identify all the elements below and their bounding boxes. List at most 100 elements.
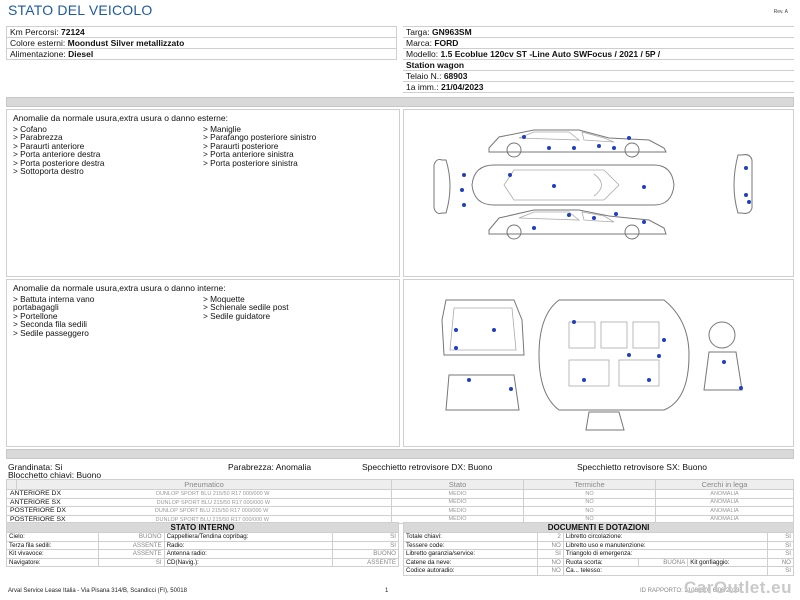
cell-label: CD(Navig.): (163, 557, 334, 567)
internal-diagram-panel (403, 279, 794, 447)
brand-row: Marca: FORD (403, 37, 794, 49)
footer-company: Arval Service Lease Italia - Via Pisana … (8, 588, 187, 594)
table-row: Catene da neve: NO Ruota scorta: BUONA Kit… (402, 557, 794, 567)
cell-label: Kit gonfiaggio: (687, 557, 769, 567)
tyre-status: MEDIO (391, 497, 524, 507)
tyres-header-rims: Cerchi in lega (655, 479, 794, 490)
cell-value: BUONO (332, 549, 399, 559)
cell-label: Libretto garanzia/service: (402, 549, 539, 559)
footer-page-number: 1 (385, 588, 389, 594)
cell-value: 2 (537, 532, 564, 542)
cell-value: BUONA (638, 557, 689, 567)
cell-label: Libretto uso e manutenzione: (562, 540, 769, 550)
tyre-position: ANTERIORE SX (10, 498, 61, 506)
tyre-rims: ANOMALIA (655, 506, 794, 516)
tyre-rims: ANOMALIA (655, 489, 794, 499)
cell-value: ASSENTE (97, 549, 165, 559)
cell-value: ASSENTE (332, 557, 399, 567)
model-row: Modello: 1.5 Ecoblue 120cv ST -Line Auto… (403, 48, 794, 60)
internal-damage-list-2: > Moquette > Schienale sedile post > Sed… (203, 295, 393, 337)
cell-label: Radio: (163, 540, 334, 550)
cell-label: Kit vivavoce: (6, 549, 99, 559)
tyre-model: DUNLOP SPORT BLU 215/50 R17 000/000 W (155, 491, 270, 498)
cell-value: SI (332, 540, 399, 550)
table-row: Navigatore: SI CD(Navig.): ASSENTE (6, 557, 399, 567)
internal-damage-title: Anomalie da normale usura,extra usura o … (13, 283, 226, 293)
cell-value: SI (97, 557, 165, 567)
cell-value: SI (767, 549, 794, 559)
tyre-model: DUNLOP SPORT BLU 215/50 R17 000/000 W (156, 499, 271, 506)
tyre-winter: NO (523, 489, 656, 499)
cell-value: BUONO (97, 532, 165, 542)
table-row: Terza fila sedili: ASSENTE Radio: SI (6, 540, 399, 550)
table-row: ANTERIORE SX DUNLOP SPORT BLU 215/50 R17 … (6, 497, 794, 507)
external-diagram-panel (403, 109, 794, 277)
tyres-table: Pneumatico Stato Termiche Cerchi in lega… (6, 479, 794, 524)
cell-label: Totale chiavi: (402, 532, 539, 542)
plate-row: Targa: GN963SM (403, 26, 794, 38)
table-row: Cielo: BUONO Cappelliera/Tendina copribag… (6, 532, 399, 542)
tyre-position: POSTERIORE DX (10, 507, 66, 515)
cell-label: Ruota scorta: (562, 557, 640, 567)
cell-label: Navigatore: (6, 557, 99, 567)
cell-label: Terza fila sedili: (6, 540, 99, 550)
interior-status-title: STATO INTERNO (6, 522, 399, 533)
tyres-header-winter: Termiche (523, 479, 656, 490)
revision-label: Rev. A (773, 9, 788, 15)
watermark-logo: CarOutlet.eu (683, 578, 792, 597)
table-row: Totale chiavi: 2 Libretto circolazione: SI (402, 532, 794, 542)
external-damage-panel: Anomalie da normale usura,extra usura o … (6, 109, 400, 277)
cell-value: SI (332, 532, 399, 542)
external-damage-title: Anomalie da normale usura,extra usura o … (13, 113, 228, 123)
damage-item: > Sedile guidatore (203, 310, 271, 321)
table-row: Tessere code: NO Libretto uso e manutenzi… (402, 540, 794, 550)
external-damage-list-2: > Maniglie > Parafango posteriore sinist… (203, 125, 393, 175)
table-row: ANTERIORE DX DUNLOP SPORT BLU 215/50 R17 … (6, 489, 794, 499)
interior-status-table: STATO INTERNO Cielo: BUONO Cappelliera/Te… (6, 522, 399, 567)
damage-item: > Sedile passeggero (13, 327, 89, 338)
documents-table: DOCUMENTI E DOTAZIONI Totale chiavi: 2 Li… (402, 522, 794, 576)
section-divider (6, 97, 794, 107)
internal-damage-list-1: > Battuta interna vano portabagagli > Po… (13, 295, 203, 337)
cell-value: NO (537, 557, 564, 567)
vehicle-info-right: Targa: GN963SM Marca: FORD Modello: 1.5 … (403, 26, 794, 93)
registration-row: 1a imm.: 21/04/2023 (403, 81, 794, 93)
damage-item: > Sottoporta destro (13, 166, 84, 177)
tyre-winter: NO (523, 506, 656, 516)
car-exterior-diagram (433, 129, 753, 240)
cell-label: Antenna radio: (163, 549, 334, 559)
km-row: Km Percorsi: 72124 (6, 26, 397, 38)
section-divider (6, 449, 794, 459)
mirror-right-status: Specchietto retrovisore DX: Buono (362, 462, 493, 472)
tyre-status: MEDIO (391, 506, 524, 516)
mirror-left-status: Specchietto retrovisore SX: Buono (577, 462, 707, 472)
damage-item: > Porta posteriore sinistra (203, 157, 298, 168)
cell-value: ASSENTE (97, 540, 165, 550)
cell-label: Catene da neve: (402, 557, 539, 567)
cell-value: NO (537, 566, 564, 576)
page-title: STATO DEL VEICOLO (8, 2, 153, 18)
cell-label: Cappelliera/Tendina copribag: (163, 532, 334, 542)
cell-label: Tessere code: (402, 540, 539, 550)
external-damage-list-1: > Cofano > Parabrezza > Paraurti anterio… (13, 125, 203, 177)
cell-value: NO (537, 540, 564, 550)
windshield-status: Parabrezza: Anomalia (228, 462, 312, 472)
table-row: Codice autoradio: NO Ca... telesso: SI (402, 566, 794, 576)
cell-value: SI (767, 540, 794, 550)
cell-label: Libretto circolazione: (562, 532, 769, 542)
cell-label: Triangolo di emergenza: (562, 549, 769, 559)
color-row: Colore esterni: Moondust Silver metalliz… (6, 37, 397, 49)
cell-label: Ca... telesso: (562, 566, 769, 576)
tyres-header-status: Stato (391, 479, 524, 490)
fuel-row: Alimentazione: Diesel (6, 48, 397, 60)
tyre-position: ANTERIORE DX (10, 490, 61, 498)
vehicle-info-left: Km Percorsi: 72124 Colore esterni: Moond… (6, 26, 397, 60)
cell-value: SI (767, 566, 794, 576)
chassis-row: Telaio N.: 68903 (403, 70, 794, 82)
cell-label: Cielo: (6, 532, 99, 542)
table-row: Libretto garanzia/service: SI Triangolo d… (402, 549, 794, 559)
tyre-status: MEDIO (391, 489, 524, 499)
tyre-model: DUNLOP SPORT BLU 215/50 R17 000/000 W (154, 508, 269, 515)
table-row: Kit vivavoce: ASSENTE Antenna radio: BUONO (6, 549, 399, 559)
tyre-winter: NO (523, 497, 656, 507)
